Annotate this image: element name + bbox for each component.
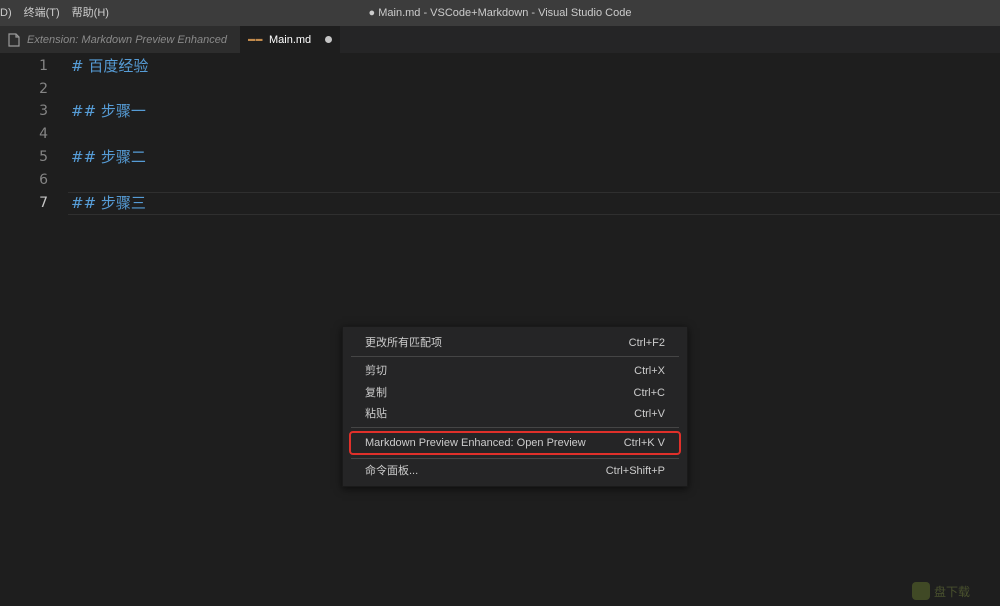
editor-line[interactable]: 5 ## 步骤二 <box>0 146 1000 169</box>
tab-extension-markdown-preview[interactable]: Extension: Markdown Preview Enhanced <box>0 26 240 53</box>
line-text[interactable]: ## 步骤一 <box>71 100 146 123</box>
menu-bar: D) 终端(T) 帮助(H) <box>0 0 115 26</box>
line-number: 6 <box>39 172 48 188</box>
editor-line[interactable]: 4 <box>0 123 1000 146</box>
editor-line[interactable]: 3 ## 步骤一 <box>0 100 1000 123</box>
menu-separator <box>351 356 679 357</box>
menu-item-debug[interactable]: D) <box>0 0 18 26</box>
extension-file-icon <box>8 32 20 47</box>
editor-line[interactable]: 1 # 百度经验 <box>0 55 1000 78</box>
menu-item-shortcut: Ctrl+X <box>634 365 665 377</box>
menu-item-help[interactable]: 帮助(H) <box>66 0 115 26</box>
context-menu-item-command-palette[interactable]: 命令面板... Ctrl+Shift+P <box>351 461 679 481</box>
editor-line[interactable]: 2 <box>0 78 1000 101</box>
line-number: 4 <box>39 126 48 142</box>
context-menu-item-copy[interactable]: 复制 Ctrl+C <box>351 383 679 403</box>
editor-line[interactable]: 6 <box>0 169 1000 192</box>
menu-separator <box>351 427 679 428</box>
window-title: ● Main.md - VSCode+Markdown - Visual Stu… <box>368 7 632 19</box>
menu-item-label: 复制 <box>365 387 387 399</box>
title-bar: D) 终端(T) 帮助(H) ● Main.md - VSCode+Markdo… <box>0 0 1000 26</box>
menu-item-label: 粘贴 <box>365 408 387 420</box>
menu-item-shortcut: Ctrl+Shift+P <box>605 465 665 477</box>
menu-separator <box>351 458 679 459</box>
menu-item-shortcut: Ctrl+F2 <box>628 337 665 349</box>
tab-label: Extension: Markdown Preview Enhanced <box>27 33 227 46</box>
watermark-text: 盘下载 <box>934 584 971 599</box>
context-menu: 更改所有匹配项 Ctrl+F2 剪切 Ctrl+X 复制 Ctrl+C 粘贴 C… <box>342 326 688 487</box>
menu-item-label: 剪切 <box>365 365 387 377</box>
line-text[interactable]: ## 步骤二 <box>71 146 146 169</box>
line-number: 7 <box>39 195 48 211</box>
menu-item-shortcut: Ctrl+V <box>634 408 665 420</box>
watermark-logo-icon <box>912 582 930 600</box>
tab-bar: Extension: Markdown Preview Enhanced ▬▬ … <box>0 26 1000 53</box>
context-menu-item-change-all-occurrences[interactable]: 更改所有匹配项 Ctrl+F2 <box>351 333 679 353</box>
line-number: 2 <box>39 81 48 97</box>
menu-item-label: Markdown Preview Enhanced: Open Preview <box>365 437 586 449</box>
menu-item-label: 更改所有匹配项 <box>365 337 442 349</box>
editor-line-current[interactable]: 7 ## 步骤三 <box>0 192 1000 215</box>
menu-item-shortcut: Ctrl+K V <box>623 437 665 449</box>
menu-item-shortcut: Ctrl+C <box>633 387 665 399</box>
context-menu-item-open-preview[interactable]: Markdown Preview Enhanced: Open Preview … <box>349 431 681 455</box>
menu-item-label: 命令面板... <box>365 465 419 477</box>
watermark: 盘下载 <box>912 580 994 602</box>
tab-label: Main.md <box>269 33 312 46</box>
menu-item-terminal[interactable]: 终端(T) <box>18 0 66 26</box>
markdown-file-icon: ▬▬ <box>248 36 263 43</box>
unsaved-dot-icon[interactable] <box>325 36 332 43</box>
context-menu-item-cut[interactable]: 剪切 Ctrl+X <box>351 361 679 381</box>
line-number: 5 <box>39 149 48 165</box>
line-text[interactable]: ## 步骤三 <box>71 192 146 215</box>
line-number: 1 <box>39 58 48 74</box>
tab-main-md[interactable]: ▬▬ Main.md <box>240 26 340 53</box>
context-menu-item-paste[interactable]: 粘贴 Ctrl+V <box>351 404 679 424</box>
line-number: 3 <box>39 103 48 119</box>
line-text[interactable]: # 百度经验 <box>71 55 148 78</box>
